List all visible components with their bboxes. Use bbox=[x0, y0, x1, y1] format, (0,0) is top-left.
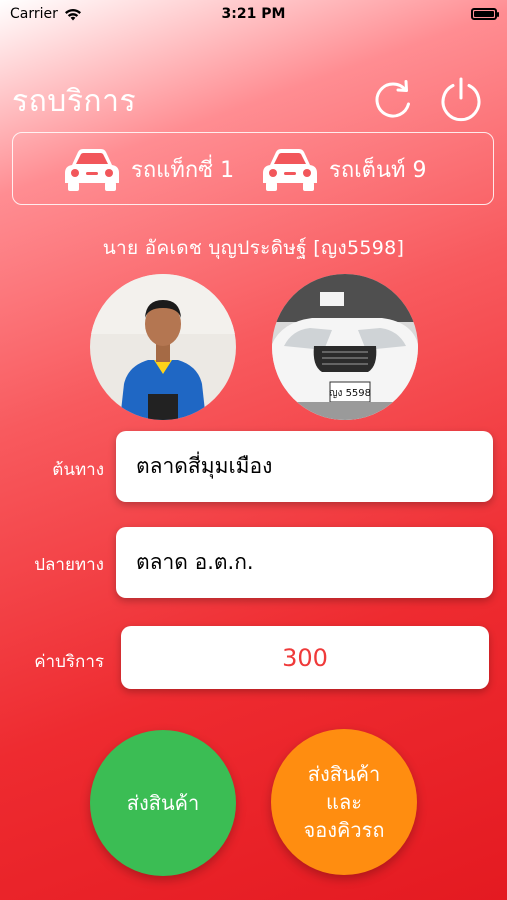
car-icon bbox=[263, 149, 317, 191]
send-and-book-label: ส่งสินค้า และ จองคิวรถ bbox=[303, 762, 385, 842]
price-value: 300 bbox=[282, 643, 328, 672]
send-goods-button[interactable]: ส่งสินค้า bbox=[90, 730, 236, 876]
status-bar: Carrier 3:21 PM bbox=[0, 0, 507, 28]
taxi-count[interactable]: รถแท็กซี่ 1 bbox=[61, 145, 234, 193]
origin-value: ตลาดสี่มุมเมือง bbox=[136, 454, 273, 478]
car-photo: ญง 5598 bbox=[272, 274, 418, 420]
page-title: รถบริการ bbox=[12, 84, 137, 119]
price-field[interactable]: 300 bbox=[121, 626, 489, 689]
tent-count-label: รถเต็นท์ 9 bbox=[329, 157, 427, 183]
battery-icon bbox=[471, 8, 499, 20]
tent-car-count[interactable]: รถเต็นท์ 9 bbox=[259, 145, 426, 193]
driver-name: นาย อัคเดช บุญประดิษฐ์ [ญง5598] bbox=[102, 237, 405, 259]
car-avatar: ญง 5598 bbox=[272, 274, 418, 420]
destination-label: ปลายทาง bbox=[34, 555, 104, 575]
driver-avatar bbox=[90, 274, 236, 420]
vehicle-counts-panel: รถแท็กซี่ 1 รถเต็นท์ 9 bbox=[12, 132, 494, 205]
price-label: ค่าบริการ bbox=[34, 652, 104, 672]
origin-field[interactable]: ตลาดสี่มุมเมือง bbox=[116, 431, 493, 502]
driver-photo bbox=[90, 274, 236, 420]
destination-field[interactable]: ตลาด อ.ต.ก. bbox=[116, 527, 493, 598]
power-icon[interactable] bbox=[438, 76, 484, 122]
car-icon bbox=[65, 149, 119, 191]
send-goods-label: ส่งสินค้า bbox=[126, 791, 200, 815]
origin-label: ต้นทาง bbox=[52, 460, 104, 480]
refresh-icon[interactable] bbox=[370, 76, 416, 122]
taxi-count-label: รถแท็กซี่ 1 bbox=[131, 157, 235, 183]
destination-value: ตลาด อ.ต.ก. bbox=[136, 550, 254, 574]
status-time: 3:21 PM bbox=[221, 6, 286, 22]
send-and-book-button[interactable]: ส่งสินค้า และ จองคิวรถ bbox=[271, 729, 417, 875]
plate-text: ญง 5598 bbox=[329, 388, 371, 399]
